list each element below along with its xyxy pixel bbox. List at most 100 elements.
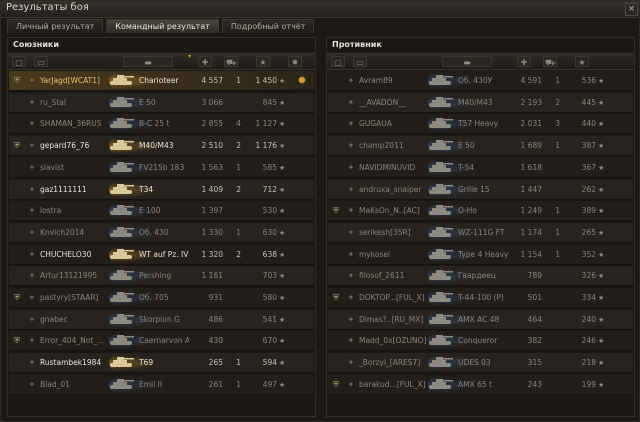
player-name[interactable]: YarJagd[WCAT1] xyxy=(40,71,108,91)
player-row[interactable]: ⛨ ✦ YarJagd[WCAT1] Charioteer 4 557 1 1 450 ★ ✹ xyxy=(9,71,314,91)
player-name[interactable]: SHAMAN_36RUS xyxy=(40,114,108,134)
player-name[interactable]: champ2011 xyxy=(359,136,427,156)
experience-icon[interactable]: ★ xyxy=(575,56,589,67)
badge-icon[interactable]: ▢ xyxy=(331,56,345,67)
damage-value: 2 855 xyxy=(201,119,223,129)
damage-icon[interactable]: ✚ xyxy=(198,56,212,67)
player-name[interactable]: __AVADON__ xyxy=(359,93,427,113)
player-name[interactable]: Rustambek1984 xyxy=(40,353,108,373)
close-button[interactable]: × xyxy=(625,3,638,16)
experience-star-icon: ★ xyxy=(279,272,286,281)
damage-icon[interactable]: ✚ xyxy=(517,56,531,67)
tank-icon[interactable]: ▬ xyxy=(442,56,492,67)
player-name[interactable]: Error_404_Not_... xyxy=(40,331,108,351)
player-name[interactable]: serikesh[35R] xyxy=(359,223,427,243)
player-name[interactable]: lostra xyxy=(40,201,108,221)
player-row[interactable]: ✦ GUGAUA T57 Heavy 2 031 3 440 ★ xyxy=(328,114,633,135)
experience-icon[interactable]: ★ xyxy=(256,56,270,67)
medal-icon: ✹ xyxy=(297,74,307,87)
kills-value: 1 xyxy=(236,76,241,85)
player-row[interactable]: ⛨ ✦ barakud...[FUL_X] AMX 65 t 243 199 ★ xyxy=(328,374,633,395)
vehicle-name: T-54 xyxy=(458,162,475,172)
player-icon[interactable]: ▭ xyxy=(353,56,367,67)
tab-3[interactable]: Подробный отчёт xyxy=(221,19,315,33)
damage-value: 1 447 xyxy=(520,184,542,194)
player-name[interactable]: slavist xyxy=(40,158,108,178)
player-row[interactable]: ✦ CHUCHELO30 WT auf Pz. IV 1 320 2 638 ★ xyxy=(9,244,314,265)
player-name[interactable]: mykosei xyxy=(359,245,427,265)
player-name[interactable]: NAVIDMINUVID xyxy=(359,158,427,178)
experience-star-icon: ★ xyxy=(279,120,286,129)
kills-icon[interactable]: ⛟ xyxy=(224,56,238,67)
player-row[interactable]: ⛨ ✦ Error_404_Not_... Caernarvon A 430 670 ★ xyxy=(9,331,314,352)
player-name[interactable]: filosof_2611 xyxy=(359,266,427,286)
player-row[interactable]: ✦ champ2011 E 50 1 689 1 387 ★ xyxy=(328,136,633,157)
player-row[interactable]: ✦ __AVADON__ M40/M43 2 193 2 445 ★ xyxy=(328,92,633,113)
player-row[interactable]: ✦ Knvich2014 Об. 430 1 330 1 630 ★ xyxy=(9,222,314,243)
player-icon[interactable]: ▭ xyxy=(34,56,48,67)
vehicle-name: Caernarvon A xyxy=(139,336,189,346)
player-name[interactable]: Knvich2014 xyxy=(40,223,108,243)
tab-bar: Личный результат Командный результат Подро… xyxy=(7,19,317,33)
player-name[interactable]: Dimas?..[RU_MX] xyxy=(359,310,427,330)
tab-2[interactable]: Командный результат xyxy=(106,19,219,33)
player-name[interactable]: MaKsOn_N..[AC] xyxy=(359,201,427,221)
player-name[interactable]: Avram89 xyxy=(359,71,427,91)
player-name[interactable]: Madd_0x[OZUNO] xyxy=(359,331,427,351)
player-name[interactable]: gnabec xyxy=(40,310,108,330)
damage-value: 501 xyxy=(527,293,542,302)
player-row[interactable]: ✦ andruxa_snaiper Grille 15 1 447 262 ★ xyxy=(328,179,633,200)
experience-star-icon: ★ xyxy=(598,163,605,172)
vehicle-name: Skorpion G xyxy=(139,314,180,324)
badge-icon[interactable]: ▢ xyxy=(12,56,26,67)
player-row[interactable]: ✦ ru_Stal E 50 3 066 845 ★ xyxy=(9,92,314,113)
player-row[interactable]: ✦ Blad_01 Emil II 261 1 497 ★ xyxy=(9,374,314,395)
player-name[interactable]: _Borzyi_[ARES7] xyxy=(359,353,427,373)
player-name[interactable]: andruxa_snaiper xyxy=(359,180,427,200)
player-row[interactable]: ✦ SHAMAN_36RUS B-C 25 t 2 855 4 1 127 ★ xyxy=(9,114,314,135)
player-name[interactable]: ru_Stal xyxy=(40,93,108,113)
player-name[interactable]: gaz1111111 xyxy=(40,180,108,200)
damage-value: 2 031 xyxy=(520,119,542,129)
rank-icon: ✦ xyxy=(28,379,36,389)
player-row[interactable]: ✦ lostra E 100 1 397 530 ★ xyxy=(9,201,314,222)
player-name[interactable]: CHUCHELO30 xyxy=(40,245,108,265)
tank-icon[interactable]: ▬ xyxy=(123,56,173,67)
rank-icon: ✦ xyxy=(28,249,36,259)
player-name[interactable]: barakud...[FUL_X] xyxy=(359,375,427,395)
player-row[interactable]: ✦ gnabec Skorpion G 486 541 ★ xyxy=(9,309,314,330)
player-row[interactable]: ✦ Dimas?..[RU_MX] AMX AC 48 464 240 ★ xyxy=(328,309,633,330)
experience-star-icon: ★ xyxy=(598,359,605,368)
tank-icon xyxy=(428,334,454,347)
player-row[interactable]: ✦ Avram89 Об. 430У 4 591 1 536 ★ xyxy=(328,71,633,91)
kills-icon[interactable]: ⛟ xyxy=(543,56,557,67)
kills-value: 1 xyxy=(555,206,560,216)
medal-icon[interactable]: ✹ xyxy=(288,56,302,67)
player-row[interactable]: ✦ mykosei Type 4 Heavy 1 154 1 352 ★ xyxy=(328,244,633,265)
player-row[interactable]: ✦ NAVIDMINUVID T-54 1 618 367 ★ xyxy=(328,157,633,178)
player-row[interactable]: ✦ Madd_0x[OZUNO] Conqueror 382 246 ★ xyxy=(328,331,633,352)
experience-value: 1 450 xyxy=(255,76,277,85)
player-row[interactable]: ✦ Artur13121995 Pershing 1 161 703 ★ xyxy=(9,266,314,287)
enemies-panel: Противник ▢ ▭ ▬ ✚ ⛟ ★ ✦ Avram89 Об. 430У 4 591 1 5… xyxy=(326,37,635,417)
player-name[interactable]: Blad_01 xyxy=(40,375,108,395)
player-row[interactable]: ✦ slavist FV215b 183 1 563 1 585 ★ xyxy=(9,157,314,178)
player-row[interactable]: ⛨ ✦ gepard76_76 M40/M43 2 510 2 1 176 ★ xyxy=(9,136,314,157)
player-name[interactable]: DOKTOP...[FUL_X] xyxy=(359,288,427,308)
experience-star-icon: ★ xyxy=(598,207,605,216)
player-row[interactable]: ⛨ ✦ pastyry[STAAR] Об. 705 931 580 ★ xyxy=(9,288,314,308)
experience-star-icon: ★ xyxy=(279,142,286,151)
player-row[interactable]: ✦ serikesh[35R] WZ-111G FT 1 174 1 265 ★ xyxy=(328,222,633,243)
player-name[interactable]: Artur13121995 xyxy=(40,266,108,286)
experience-star-icon: ★ xyxy=(279,337,286,346)
player-name[interactable]: GUGAUA xyxy=(359,114,427,134)
player-row[interactable]: ✦ filosof_2611 Гвардеец 789 326 ★ xyxy=(328,266,633,287)
player-row[interactable]: ✦ _Borzyi_[ARES7] UDES 03 315 218 ★ xyxy=(328,353,633,374)
player-row[interactable]: ⛨ ✦ MaKsOn_N..[AC] О-Но 1 249 1 389 ★ xyxy=(328,201,633,222)
player-row[interactable]: ✦ Rustambek1984 T69 265 1 594 ★ xyxy=(9,353,314,374)
tab-1[interactable]: Личный результат xyxy=(7,19,104,33)
player-name[interactable]: pastyry[STAAR] xyxy=(40,288,108,308)
player-row[interactable]: ⛨ ✦ DOKTOP...[FUL_X] T-44-100 (P) 501 334 ★ xyxy=(328,288,633,308)
player-row[interactable]: ✦ gaz1111111 T34 1 409 2 712 ★ xyxy=(9,179,314,200)
player-name[interactable]: gepard76_76 xyxy=(40,136,108,156)
